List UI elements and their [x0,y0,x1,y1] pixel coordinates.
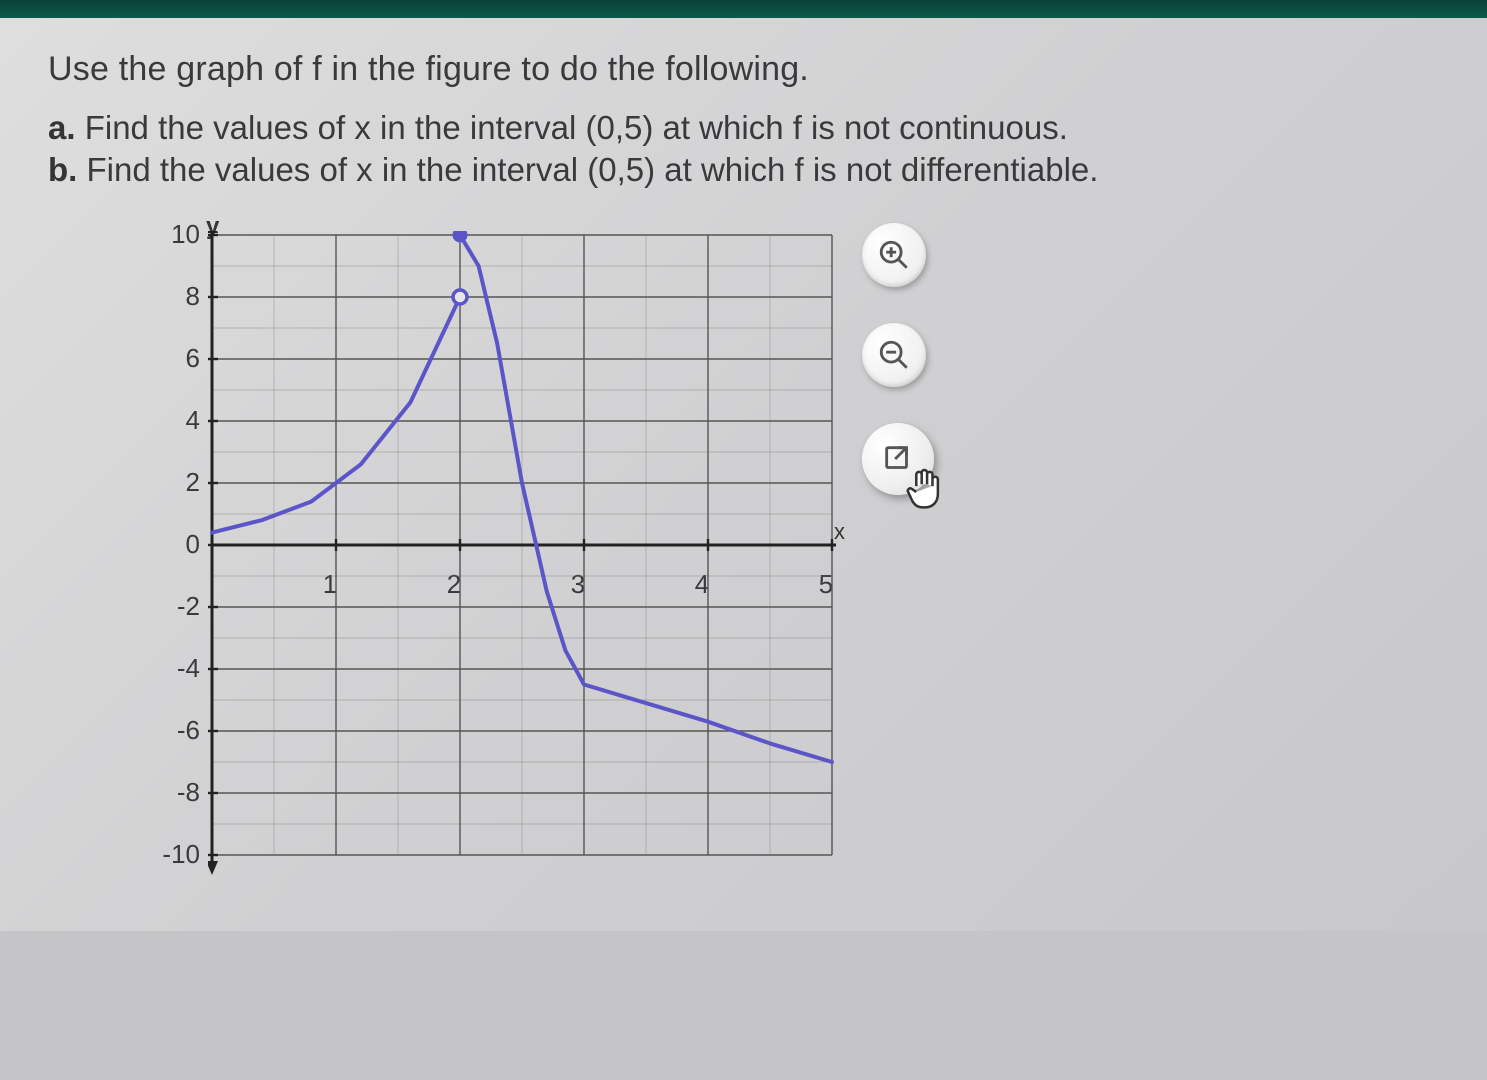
plot-svg [208,231,836,887]
app-top-bar [0,0,1487,18]
graph-figure: y x 10 8 6 4 2 0 -2 -4 -6 -8 -10 1 2 3 4… [88,219,848,899]
y-tick: -10 [140,839,200,870]
zoom-in-button[interactable] [862,223,926,287]
part-text-b: Find the values of x in the interval (0,… [87,151,1099,188]
y-tick: 8 [140,281,200,312]
y-tick: 4 [140,405,200,436]
y-tick: 0 [140,529,200,560]
question-intro: Use the graph of f in the figure to do t… [48,50,1439,89]
open-in-new-button[interactable] [862,423,934,495]
zoom-out-button[interactable] [862,323,926,387]
part-label-a: a. [48,109,76,146]
question-part-b: b. Find the values of x in the interval … [48,151,1439,189]
y-tick: 2 [140,467,200,498]
part-label-b: b. [48,151,77,188]
hand-cursor-icon [900,463,948,517]
y-tick: 6 [140,343,200,374]
zoom-in-icon [877,238,911,272]
graph-toolbar [862,223,934,495]
y-tick: 10 [140,219,200,250]
y-tick: -8 [140,777,200,808]
y-tick: -6 [140,715,200,746]
question-panel: Use the graph of f in the figure to do t… [0,18,1487,931]
question-part-a: a. Find the values of x in the interval … [48,109,1439,147]
part-text-a: Find the values of x in the interval (0,… [85,109,1068,146]
y-tick: -2 [140,591,200,622]
zoom-out-icon [877,338,911,372]
y-tick: -4 [140,653,200,684]
